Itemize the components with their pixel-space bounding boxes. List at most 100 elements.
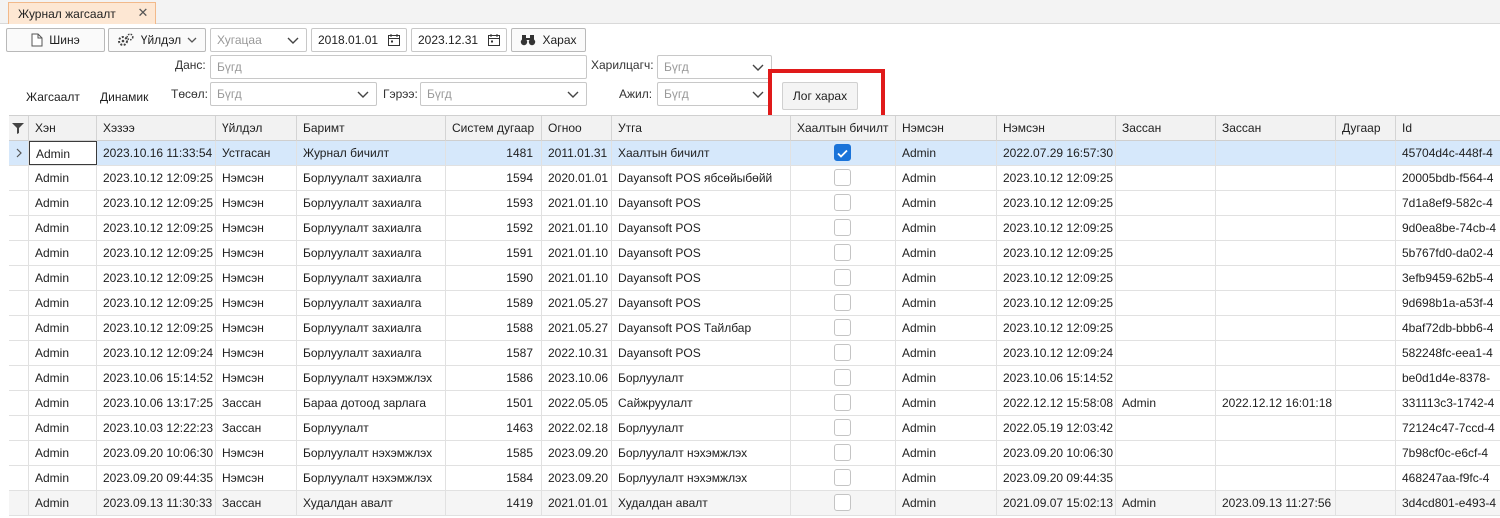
- cell-col-edited-at[interactable]: [1216, 366, 1336, 390]
- tab-dynamic[interactable]: Динамик: [100, 90, 148, 104]
- header-col-id[interactable]: Id: [1396, 116, 1500, 141]
- cell-col-number[interactable]: [1336, 441, 1396, 465]
- cell-col-edited-by[interactable]: [1116, 266, 1216, 290]
- cell-col-id[interactable]: 45704d4c-448f-4: [1396, 141, 1500, 165]
- cell-col-system-number[interactable]: 1593: [446, 191, 542, 215]
- checkbox[interactable]: [834, 169, 851, 186]
- cell-col-added-by[interactable]: Admin: [896, 141, 997, 165]
- cell-col-document[interactable]: Борлуулалт нэхэмжлэх: [297, 366, 446, 390]
- cell-col-who[interactable]: Admin: [29, 216, 97, 240]
- cell-col-added-by[interactable]: Admin: [896, 191, 997, 215]
- cell-col-number[interactable]: [1336, 341, 1396, 365]
- type-select[interactable]: Бүгд: [210, 82, 377, 106]
- cell-col-system-number[interactable]: 1584: [446, 466, 542, 490]
- cell-col-action[interactable]: Нэмсэн: [216, 466, 297, 490]
- cell-col-edited-by[interactable]: [1116, 166, 1216, 190]
- cell-col-action[interactable]: Нэмсэн: [216, 366, 297, 390]
- cell-col-action[interactable]: Нэмсэн: [216, 191, 297, 215]
- cell-col-edited-at[interactable]: [1216, 416, 1336, 440]
- cell-col-system-number[interactable]: 1501: [446, 391, 542, 415]
- cell-col-edited-at[interactable]: [1216, 466, 1336, 490]
- date-from-picker[interactable]: 2018.01.01: [311, 28, 407, 52]
- cell-col-value[interactable]: Борлуулалт: [612, 416, 791, 440]
- checkbox[interactable]: [834, 194, 851, 211]
- row-indicator-chevron-icon[interactable]: [9, 141, 29, 165]
- row-indicator[interactable]: [9, 441, 29, 465]
- job-select[interactable]: Бүгд: [657, 82, 772, 106]
- cell-col-document[interactable]: Борлуулалт захиалга: [297, 191, 446, 215]
- cell-col-added-by[interactable]: Admin: [896, 391, 997, 415]
- row-indicator[interactable]: [9, 466, 29, 490]
- table-row[interactable]: Admin 2023.10.03 12:22:23 Зассан Борлуулалт…: [9, 416, 1500, 441]
- cell-col-number[interactable]: [1336, 241, 1396, 265]
- cell-col-system-number[interactable]: 1589: [446, 291, 542, 315]
- header-col-who[interactable]: Хэн: [29, 116, 97, 141]
- cell-col-document[interactable]: Худалдан авалт: [297, 491, 446, 515]
- row-indicator[interactable]: [9, 316, 29, 340]
- cell-col-number[interactable]: [1336, 191, 1396, 215]
- row-indicator[interactable]: [9, 366, 29, 390]
- cell-col-id[interactable]: be0d1d4e-8378-: [1396, 366, 1500, 390]
- cell-col-added-at[interactable]: 2022.05.19 12:03:42: [997, 416, 1116, 440]
- cell-col-who[interactable]: Admin: [29, 341, 97, 365]
- cell-col-who[interactable]: Admin: [29, 141, 97, 165]
- table-row[interactable]: Admin 2023.10.12 12:09:25 Нэмсэн Борлуулалт…: [9, 241, 1500, 266]
- cell-col-added-by[interactable]: Admin: [896, 166, 997, 190]
- cell-col-edited-by[interactable]: [1116, 366, 1216, 390]
- row-indicator[interactable]: [9, 416, 29, 440]
- row-indicator[interactable]: [9, 166, 29, 190]
- cell-col-number[interactable]: [1336, 366, 1396, 390]
- checkbox[interactable]: [834, 494, 851, 511]
- row-indicator[interactable]: [9, 241, 29, 265]
- checkbox[interactable]: [834, 344, 851, 361]
- cell-col-who[interactable]: Admin: [29, 316, 97, 340]
- table-row[interactable]: Admin 2023.10.16 11:33:54 Устгасан Журнал б…: [9, 141, 1500, 166]
- cell-col-added-by[interactable]: Admin: [896, 366, 997, 390]
- cell-col-date[interactable]: 2023.09.20: [542, 466, 612, 490]
- header-col-added-by[interactable]: Нэмсэн: [896, 116, 997, 141]
- cell-col-date[interactable]: 2021.01.01: [542, 491, 612, 515]
- row-indicator[interactable]: [9, 491, 29, 515]
- cell-col-id[interactable]: 4baf72db-bbb6-4: [1396, 316, 1500, 340]
- cell-col-edited-at[interactable]: [1216, 316, 1336, 340]
- cell-col-when[interactable]: 2023.10.12 12:09:25: [97, 216, 216, 240]
- row-indicator[interactable]: [9, 216, 29, 240]
- cell-col-added-at[interactable]: 2023.10.12 12:09:25: [997, 166, 1116, 190]
- cell-col-when[interactable]: 2023.09.13 11:30:33: [97, 491, 216, 515]
- cell-col-who[interactable]: Admin: [29, 291, 97, 315]
- cell-col-number[interactable]: [1336, 416, 1396, 440]
- cell-col-number[interactable]: [1336, 491, 1396, 515]
- cell-col-added-by[interactable]: Admin: [896, 266, 997, 290]
- cell-col-added-at[interactable]: 2023.10.12 12:09:25: [997, 241, 1116, 265]
- account-input[interactable]: Бүгд: [210, 55, 587, 79]
- cell-col-edited-at[interactable]: [1216, 441, 1336, 465]
- cell-col-value[interactable]: Dayansoft POS: [612, 291, 791, 315]
- cell-col-number[interactable]: [1336, 391, 1396, 415]
- partner-select[interactable]: Бүгд: [657, 55, 772, 79]
- cell-col-document[interactable]: Борлуулалт захиалга: [297, 266, 446, 290]
- cell-col-edited-at[interactable]: [1216, 191, 1336, 215]
- cell-col-when[interactable]: 2023.09.20 09:44:35: [97, 466, 216, 490]
- cell-col-edited-by[interactable]: [1116, 416, 1216, 440]
- cell-col-number[interactable]: [1336, 216, 1396, 240]
- cell-col-system-number[interactable]: 1481: [446, 141, 542, 165]
- cell-col-added-by[interactable]: Admin: [896, 341, 997, 365]
- cell-col-value[interactable]: Худалдан авалт: [612, 491, 791, 515]
- period-select[interactable]: Хугацаа: [210, 28, 307, 52]
- cell-col-document[interactable]: Борлуулалт захиалга: [297, 216, 446, 240]
- row-indicator[interactable]: [9, 341, 29, 365]
- checkbox[interactable]: [834, 419, 851, 436]
- checkbox-checked[interactable]: [834, 144, 851, 161]
- cell-col-when[interactable]: 2023.10.12 12:09:24: [97, 341, 216, 365]
- cell-col-edited-by[interactable]: [1116, 216, 1216, 240]
- cell-col-id[interactable]: 468247aa-f9fc-4: [1396, 466, 1500, 490]
- cell-col-edited-by[interactable]: [1116, 291, 1216, 315]
- header-col-closing-entry[interactable]: Хаалтын бичилт: [791, 116, 896, 141]
- calendar-icon[interactable]: [487, 33, 501, 47]
- cell-col-edited-by[interactable]: Admin: [1116, 491, 1216, 515]
- cell-col-added-by[interactable]: Admin: [896, 216, 997, 240]
- checkbox[interactable]: [834, 244, 851, 261]
- cell-col-document[interactable]: Борлуулалт захиалга: [297, 291, 446, 315]
- cell-col-who[interactable]: Admin: [29, 241, 97, 265]
- cell-col-system-number[interactable]: 1587: [446, 341, 542, 365]
